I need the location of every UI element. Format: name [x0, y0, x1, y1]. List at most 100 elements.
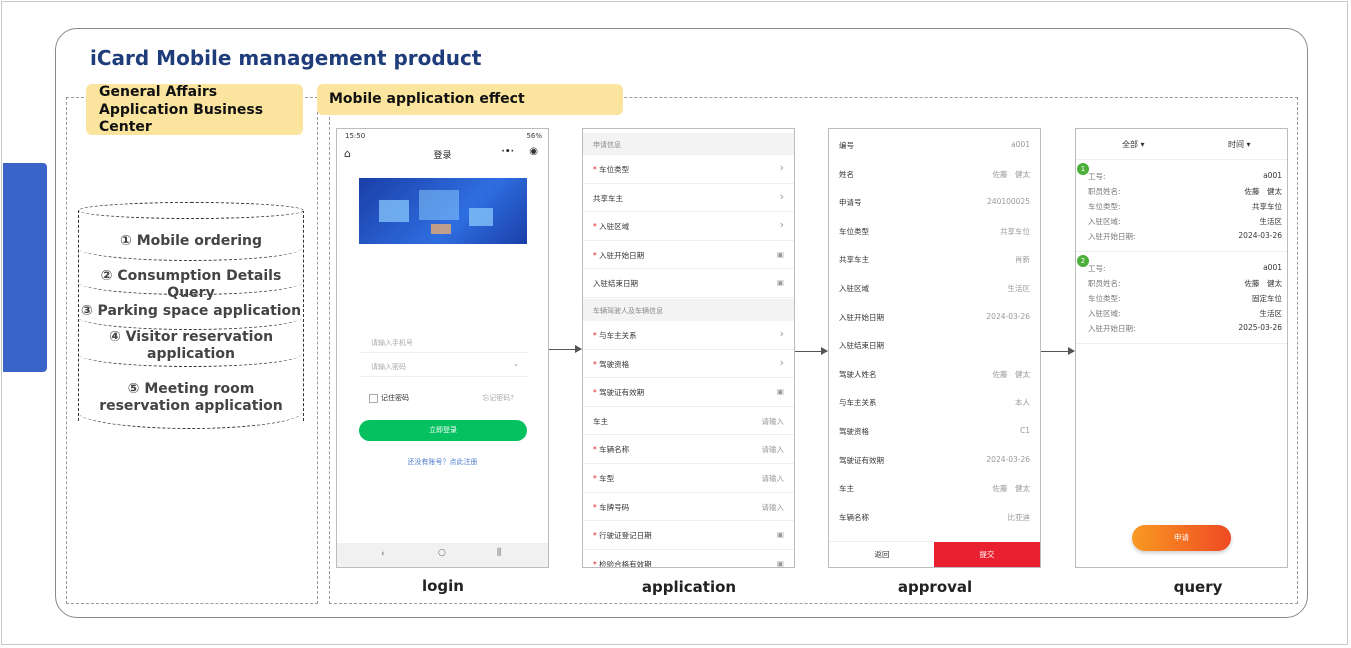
form-row[interactable]: * 车型 请输入: [583, 464, 794, 493]
service-consumption-query[interactable]: ② Consumption Details Query: [78, 268, 304, 302]
nav-back-icon[interactable]: ‹: [381, 549, 385, 559]
form-row[interactable]: * 车牌号码 请输入: [583, 493, 794, 522]
login-button[interactable]: 立即登录: [359, 420, 527, 441]
form-row[interactable]: 车主 请输入: [583, 407, 794, 436]
back-button[interactable]: 返回: [829, 541, 935, 567]
form-row-label: * 车牌号码: [593, 502, 630, 512]
brand-tab: SINOTRIX®: [3, 163, 47, 493]
form-row[interactable]: * 驾驶资格 ›: [583, 350, 794, 379]
detail-row-label: 车辆名称: [839, 512, 869, 522]
form-row-label: 车主: [593, 416, 608, 426]
record-card[interactable]: 2 工号: a001 职员姓名: 佐藤 健太 车位类型: 固定车位 入驻区域: 生活区 入驻开始日…: [1076, 253, 1287, 344]
form-row-label: * 入驻开始日期: [593, 250, 645, 260]
application-screen: 申请信息 * 车位类型 › 共享车主 › * 入驻区域 › * 入驻开始日期 ▣ 入驻结束日期 ▣…: [582, 128, 795, 568]
detail-row-value: 佐藤 健太: [992, 484, 1031, 494]
detail-row-label: 驾驶人姓名: [839, 369, 877, 379]
record-field: 职员姓名: 佐藤 健太: [1088, 279, 1282, 288]
more-icon[interactable]: ·•·: [501, 147, 514, 157]
chevron-right-icon: ›: [779, 189, 784, 203]
submit-button[interactable]: 提交: [934, 542, 1040, 567]
input-placeholder[interactable]: 请输入: [762, 502, 785, 513]
eye-icon[interactable]: ⌄: [513, 360, 519, 368]
forgot-password-link[interactable]: 忘记密码?: [482, 393, 514, 403]
nav-home-icon[interactable]: ○: [438, 548, 446, 558]
caption-application: application: [641, 578, 737, 596]
detail-row: 驾驶人姓名 佐藤 健太: [829, 360, 1040, 389]
input-placeholder[interactable]: 请输入: [762, 473, 785, 484]
record-field: 入驻区域: 生活区: [1088, 217, 1282, 226]
filter-time-dropdown[interactable]: 时间 ▾: [1228, 139, 1251, 150]
nav-recents-icon[interactable]: ⫼: [497, 548, 501, 558]
page-title: iCard Mobile management product: [90, 46, 482, 70]
record-card[interactable]: 1 工号: a001 职员姓名: 佐藤 健太 车位类型: 共享车位 入驻区域: 生活区 入驻开始日…: [1076, 161, 1287, 252]
record-field: 入驻区域: 生活区: [1088, 309, 1282, 318]
detail-row: 入驻区域 生活区: [829, 274, 1040, 303]
form-row[interactable]: * 与车主关系 ›: [583, 321, 794, 350]
form-row[interactable]: * 车位类型 ›: [583, 155, 794, 184]
detail-row-label: 车位类型: [839, 226, 869, 236]
record-field: 车位类型: 固定车位: [1088, 294, 1282, 303]
detail-row: 共享车主 肖新: [829, 245, 1040, 274]
mobile-effect-label: Mobile application effect: [317, 84, 623, 115]
section-header: 车辆驾驶人及车辆信息: [583, 299, 794, 321]
detail-row: 车位类型 共享车位: [829, 217, 1040, 246]
form-row[interactable]: * 入驻开始日期 ▣: [583, 241, 794, 270]
form-row[interactable]: 入驻结束日期 ▣: [583, 269, 794, 298]
detail-row-value: 共享车位: [1000, 226, 1030, 236]
status-bar: 15:50 56%: [337, 129, 548, 143]
caption-approval: approval: [897, 578, 973, 596]
flow-arrow: [1041, 347, 1075, 355]
record-field: 工号: a001: [1088, 263, 1282, 273]
form-row[interactable]: * 入驻区域 ›: [583, 212, 794, 241]
detail-row-label: 驾驶证有效期: [839, 455, 884, 465]
detail-row-value: 佐藤 健太: [992, 369, 1031, 379]
phone-input-placeholder: 请输入手机号: [371, 339, 413, 347]
service-mobile-ordering[interactable]: ① Mobile ordering: [78, 233, 304, 250]
detail-row-label: 驾驶资格: [839, 427, 869, 436]
detail-row-label: 编号: [839, 141, 854, 150]
detail-row-label: 姓名: [839, 169, 854, 179]
remember-label: 记住密码: [381, 394, 409, 402]
cylinder-top: [78, 202, 304, 219]
form-row-label: * 检验合格有效期: [593, 559, 652, 568]
service-visitor-reservation[interactable]: ④ Visitor reservation application: [78, 329, 304, 363]
detail-row-label: 与车主关系: [839, 398, 877, 408]
filter-all-dropdown[interactable]: 全部 ▾: [1122, 139, 1145, 150]
detail-row-value: 佐藤 健太: [992, 169, 1031, 179]
detail-row-label: 车主: [839, 484, 854, 494]
record-field: 职员姓名: 佐藤 健太: [1088, 187, 1282, 196]
service-parking-application[interactable]: ③ Parking space application: [78, 303, 304, 320]
register-link[interactable]: 还没有账号？点此注册: [337, 457, 548, 467]
password-input[interactable]: 请输入密码 ⌄: [359, 358, 527, 377]
detail-row-value: 2024-03-26: [986, 311, 1030, 321]
apply-button[interactable]: 申请: [1132, 525, 1231, 551]
input-placeholder[interactable]: 请输入: [762, 416, 785, 427]
phone-input[interactable]: 请输入手机号: [359, 334, 527, 353]
form-row[interactable]: * 行驶证登记日期 ▣: [583, 521, 794, 550]
detail-row-value: a001: [1011, 140, 1030, 149]
detail-row: 驾驶证有效期 2024-03-26: [829, 446, 1040, 475]
calendar-icon: ▣: [776, 387, 784, 397]
form-row-label: 入驻结束日期: [593, 279, 638, 289]
remember-checkbox[interactable]: [369, 394, 378, 403]
query-screen: 全部 ▾ 时间 ▾ 1 工号: a001 职员姓名: 佐藤 健太 车位类型: 共享车位 入驻区…: [1075, 128, 1288, 568]
form-row[interactable]: * 检验合格有效期 ▣: [583, 550, 794, 568]
detail-row-label: 入驻开始日期: [839, 312, 884, 322]
target-icon[interactable]: ◉: [529, 146, 538, 157]
detail-row: 编号 a001: [829, 131, 1040, 160]
detail-row: 申请号 240100025: [829, 188, 1040, 217]
status-time: 15:50: [345, 132, 366, 140]
calendar-icon: ▣: [776, 249, 784, 259]
service-meeting-room-reservation[interactable]: ⑤ Meeting room reservation application: [78, 381, 304, 415]
brand-logo: SINOTRIX®: [17, 369, 39, 493]
form-row[interactable]: 共享车主 ›: [583, 184, 794, 213]
detail-row: 姓名 佐藤 健太: [829, 160, 1040, 189]
chevron-right-icon: ›: [779, 161, 784, 174]
form-row[interactable]: * 驾驶证有效期 ▣: [583, 378, 794, 407]
detail-row: 车主 佐藤 健太: [829, 474, 1040, 503]
input-placeholder[interactable]: 请输入: [762, 444, 785, 455]
form-row-label: * 车辆名称: [593, 445, 630, 455]
detail-row-label: 入驻结束日期: [839, 341, 884, 351]
form-row[interactable]: * 车辆名称 请输入: [583, 435, 794, 464]
record-field: 车位类型: 共享车位: [1088, 202, 1282, 211]
